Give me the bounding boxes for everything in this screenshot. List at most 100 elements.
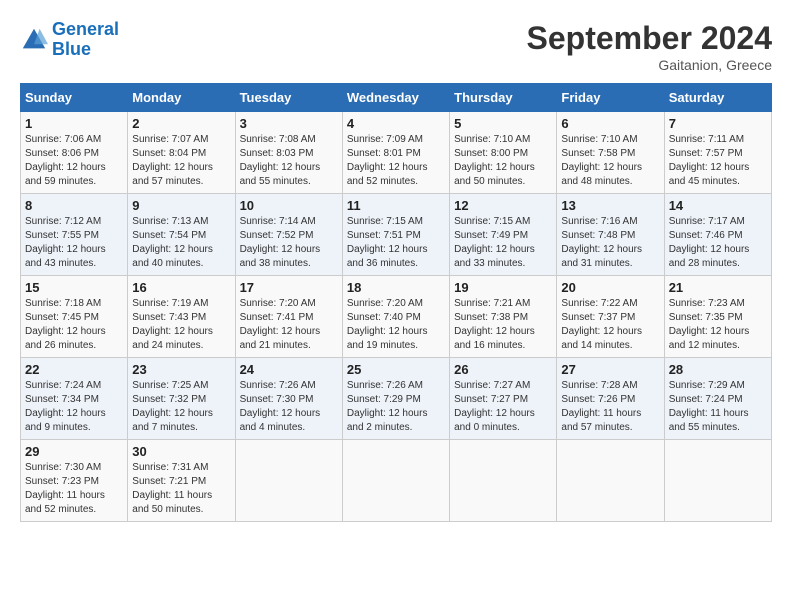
calendar-day-cell: 17 Sunrise: 7:20 AMSunset: 7:41 PMDaylig… (235, 276, 342, 358)
day-of-week-header: Friday (557, 84, 664, 112)
day-detail: Sunrise: 7:08 AMSunset: 8:03 PMDaylight:… (240, 133, 338, 189)
day-number: 3 (240, 116, 338, 131)
title-block: September 2024 Gaitanion, Greece (527, 20, 772, 73)
calendar-day-cell: 1 Sunrise: 7:06 AMSunset: 8:06 PMDayligh… (21, 112, 128, 194)
day-detail: Sunrise: 7:25 AMSunset: 7:32 PMDaylight:… (132, 379, 230, 435)
calendar-day-cell: 12 Sunrise: 7:15 AMSunset: 7:49 PMDaylig… (450, 194, 557, 276)
calendar-day-cell: 13 Sunrise: 7:16 AMSunset: 7:48 PMDaylig… (557, 194, 664, 276)
day-number: 7 (669, 116, 767, 131)
calendar-day-cell: 30 Sunrise: 7:31 AMSunset: 7:21 PMDaylig… (128, 440, 235, 522)
calendar-day-cell (450, 440, 557, 522)
day-number: 26 (454, 362, 552, 377)
calendar-day-cell (235, 440, 342, 522)
day-number: 23 (132, 362, 230, 377)
day-of-week-header: Tuesday (235, 84, 342, 112)
day-detail: Sunrise: 7:15 AMSunset: 7:49 PMDaylight:… (454, 215, 552, 271)
day-of-week-header: Saturday (664, 84, 771, 112)
day-number: 17 (240, 280, 338, 295)
calendar-day-cell: 18 Sunrise: 7:20 AMSunset: 7:40 PMDaylig… (342, 276, 449, 358)
day-detail: Sunrise: 7:10 AMSunset: 8:00 PMDaylight:… (454, 133, 552, 189)
day-detail: Sunrise: 7:22 AMSunset: 7:37 PMDaylight:… (561, 297, 659, 353)
day-detail: Sunrise: 7:21 AMSunset: 7:38 PMDaylight:… (454, 297, 552, 353)
day-number: 19 (454, 280, 552, 295)
day-number: 28 (669, 362, 767, 377)
day-detail: Sunrise: 7:23 AMSunset: 7:35 PMDaylight:… (669, 297, 767, 353)
month-title: September 2024 (527, 20, 772, 57)
calendar-day-cell: 26 Sunrise: 7:27 AMSunset: 7:27 PMDaylig… (450, 358, 557, 440)
day-detail: Sunrise: 7:19 AMSunset: 7:43 PMDaylight:… (132, 297, 230, 353)
day-number: 24 (240, 362, 338, 377)
day-of-week-header: Sunday (21, 84, 128, 112)
calendar-day-cell: 5 Sunrise: 7:10 AMSunset: 8:00 PMDayligh… (450, 112, 557, 194)
calendar-day-cell (557, 440, 664, 522)
day-number: 22 (25, 362, 123, 377)
day-number: 20 (561, 280, 659, 295)
day-detail: Sunrise: 7:30 AMSunset: 7:23 PMDaylight:… (25, 461, 123, 517)
day-number: 29 (25, 444, 123, 459)
logo-icon (20, 26, 48, 54)
day-number: 14 (669, 198, 767, 213)
day-detail: Sunrise: 7:11 AMSunset: 7:57 PMDaylight:… (669, 133, 767, 189)
calendar-day-cell: 19 Sunrise: 7:21 AMSunset: 7:38 PMDaylig… (450, 276, 557, 358)
day-number: 5 (454, 116, 552, 131)
day-number: 4 (347, 116, 445, 131)
day-detail: Sunrise: 7:14 AMSunset: 7:52 PMDaylight:… (240, 215, 338, 271)
day-detail: Sunrise: 7:20 AMSunset: 7:41 PMDaylight:… (240, 297, 338, 353)
logo-line2: Blue (52, 39, 91, 59)
day-detail: Sunrise: 7:28 AMSunset: 7:26 PMDaylight:… (561, 379, 659, 435)
day-detail: Sunrise: 7:13 AMSunset: 7:54 PMDaylight:… (132, 215, 230, 271)
day-detail: Sunrise: 7:17 AMSunset: 7:46 PMDaylight:… (669, 215, 767, 271)
day-detail: Sunrise: 7:16 AMSunset: 7:48 PMDaylight:… (561, 215, 659, 271)
day-number: 10 (240, 198, 338, 213)
day-number: 12 (454, 198, 552, 213)
calendar-day-cell: 20 Sunrise: 7:22 AMSunset: 7:37 PMDaylig… (557, 276, 664, 358)
day-detail: Sunrise: 7:26 AMSunset: 7:30 PMDaylight:… (240, 379, 338, 435)
calendar-week-row: 15 Sunrise: 7:18 AMSunset: 7:45 PMDaylig… (21, 276, 772, 358)
calendar-table: SundayMondayTuesdayWednesdayThursdayFrid… (20, 83, 772, 522)
calendar-day-cell (664, 440, 771, 522)
day-number: 1 (25, 116, 123, 131)
calendar-day-cell: 14 Sunrise: 7:17 AMSunset: 7:46 PMDaylig… (664, 194, 771, 276)
day-number: 30 (132, 444, 230, 459)
calendar-day-cell: 3 Sunrise: 7:08 AMSunset: 8:03 PMDayligh… (235, 112, 342, 194)
day-number: 25 (347, 362, 445, 377)
day-detail: Sunrise: 7:15 AMSunset: 7:51 PMDaylight:… (347, 215, 445, 271)
logo-line1: General (52, 19, 119, 39)
day-number: 8 (25, 198, 123, 213)
day-number: 13 (561, 198, 659, 213)
calendar-day-cell: 16 Sunrise: 7:19 AMSunset: 7:43 PMDaylig… (128, 276, 235, 358)
day-number: 18 (347, 280, 445, 295)
calendar-day-cell: 7 Sunrise: 7:11 AMSunset: 7:57 PMDayligh… (664, 112, 771, 194)
day-of-week-header: Monday (128, 84, 235, 112)
calendar-day-cell: 2 Sunrise: 7:07 AMSunset: 8:04 PMDayligh… (128, 112, 235, 194)
day-detail: Sunrise: 7:18 AMSunset: 7:45 PMDaylight:… (25, 297, 123, 353)
day-detail: Sunrise: 7:24 AMSunset: 7:34 PMDaylight:… (25, 379, 123, 435)
day-detail: Sunrise: 7:26 AMSunset: 7:29 PMDaylight:… (347, 379, 445, 435)
day-detail: Sunrise: 7:31 AMSunset: 7:21 PMDaylight:… (132, 461, 230, 517)
day-detail: Sunrise: 7:07 AMSunset: 8:04 PMDaylight:… (132, 133, 230, 189)
location: Gaitanion, Greece (527, 57, 772, 73)
logo-text: General Blue (52, 20, 119, 60)
calendar-day-cell: 29 Sunrise: 7:30 AMSunset: 7:23 PMDaylig… (21, 440, 128, 522)
day-detail: Sunrise: 7:29 AMSunset: 7:24 PMDaylight:… (669, 379, 767, 435)
calendar-day-cell: 21 Sunrise: 7:23 AMSunset: 7:35 PMDaylig… (664, 276, 771, 358)
day-detail: Sunrise: 7:06 AMSunset: 8:06 PMDaylight:… (25, 133, 123, 189)
calendar-week-row: 8 Sunrise: 7:12 AMSunset: 7:55 PMDayligh… (21, 194, 772, 276)
calendar-week-row: 29 Sunrise: 7:30 AMSunset: 7:23 PMDaylig… (21, 440, 772, 522)
day-of-week-header: Wednesday (342, 84, 449, 112)
days-of-week-row: SundayMondayTuesdayWednesdayThursdayFrid… (21, 84, 772, 112)
calendar-day-cell: 25 Sunrise: 7:26 AMSunset: 7:29 PMDaylig… (342, 358, 449, 440)
day-number: 9 (132, 198, 230, 213)
day-number: 15 (25, 280, 123, 295)
calendar-day-cell: 11 Sunrise: 7:15 AMSunset: 7:51 PMDaylig… (342, 194, 449, 276)
logo: General Blue (20, 20, 119, 60)
calendar-day-cell: 22 Sunrise: 7:24 AMSunset: 7:34 PMDaylig… (21, 358, 128, 440)
calendar-day-cell: 9 Sunrise: 7:13 AMSunset: 7:54 PMDayligh… (128, 194, 235, 276)
day-of-week-header: Thursday (450, 84, 557, 112)
calendar-week-row: 1 Sunrise: 7:06 AMSunset: 8:06 PMDayligh… (21, 112, 772, 194)
day-detail: Sunrise: 7:10 AMSunset: 7:58 PMDaylight:… (561, 133, 659, 189)
day-number: 21 (669, 280, 767, 295)
day-number: 11 (347, 198, 445, 213)
day-number: 2 (132, 116, 230, 131)
calendar-day-cell: 28 Sunrise: 7:29 AMSunset: 7:24 PMDaylig… (664, 358, 771, 440)
